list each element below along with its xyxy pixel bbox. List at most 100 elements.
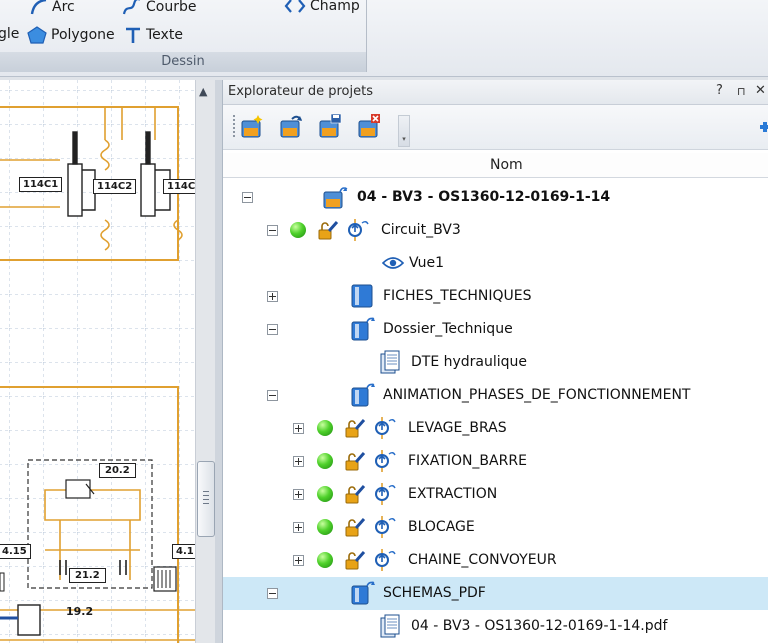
circuit-icon bbox=[375, 483, 396, 505]
tree-item-document[interactable]: DTE hydraulique bbox=[223, 346, 768, 379]
status-ok-icon bbox=[317, 552, 333, 568]
arc-label: Arc bbox=[52, 0, 75, 15]
rectangle-label: gle bbox=[0, 26, 20, 42]
expand-toggle[interactable] bbox=[293, 489, 304, 500]
new-project-icon[interactable] bbox=[239, 113, 265, 139]
document-icon bbox=[380, 350, 400, 374]
close-project-icon[interactable] bbox=[356, 113, 382, 139]
tree-item-circuit[interactable]: LEVAGE_BRAS bbox=[223, 412, 768, 445]
close-icon[interactable]: ✕ bbox=[755, 83, 766, 98]
scroll-up-arrow-icon[interactable]: ▲ bbox=[199, 85, 207, 98]
lock-edit-icon bbox=[318, 221, 339, 240]
collapse-toggle[interactable] bbox=[267, 324, 278, 335]
panel-splitter[interactable] bbox=[215, 80, 222, 643]
component-tag[interactable]: 114C2 bbox=[93, 179, 137, 194]
project-tree: 04 - BV3 - OS1360-12-0169-1-14 Circuit_B… bbox=[223, 181, 768, 643]
open-project-icon[interactable] bbox=[278, 113, 304, 139]
collapse-toggle[interactable] bbox=[267, 588, 278, 599]
polygon-label: Polygone bbox=[51, 27, 115, 43]
tree-item-label: 04 - BV3 - OS1360-12-0169-1-14.pdf bbox=[411, 618, 668, 634]
scroll-thumb[interactable] bbox=[197, 461, 215, 537]
column-name-label: Nom bbox=[490, 157, 523, 173]
status-ok-icon bbox=[290, 222, 306, 238]
tree-item-circuit[interactable]: BLOCAGE bbox=[223, 511, 768, 544]
ribbon: Arc Courbe Champ gle Polygone Texte Dess… bbox=[0, 0, 768, 77]
lock-edit-icon bbox=[345, 485, 366, 504]
tree-item-label: LEVAGE_BRAS bbox=[408, 420, 507, 436]
field-label: Champ bbox=[310, 0, 360, 14]
column-header[interactable]: Nom bbox=[223, 153, 768, 178]
explorer-toolbar: ▾ bbox=[223, 105, 768, 150]
circuit-icon bbox=[348, 219, 369, 241]
folder-doc-icon bbox=[351, 383, 375, 407]
component-tag[interactable]: 4.15 bbox=[0, 544, 31, 559]
status-ok-icon bbox=[317, 420, 333, 436]
expand-toggle[interactable] bbox=[267, 291, 278, 302]
polygon-button[interactable]: Polygone bbox=[27, 26, 115, 44]
dessin-group: Arc Courbe Champ gle Polygone Texte Dess… bbox=[0, 0, 367, 72]
circuit-icon bbox=[375, 516, 396, 538]
eye-icon bbox=[382, 257, 404, 269]
tree-item-label: BLOCAGE bbox=[408, 519, 475, 535]
canvas-scrollbar[interactable]: ▲ bbox=[195, 80, 216, 643]
arc-button[interactable]: Arc bbox=[30, 0, 75, 16]
pin-icon[interactable]: ⊓ bbox=[737, 85, 746, 98]
expand-toggle[interactable] bbox=[293, 423, 304, 434]
collapse-toggle[interactable] bbox=[267, 390, 278, 401]
toolbar-overflow-button[interactable]: ▾ bbox=[398, 115, 410, 147]
save-project-icon[interactable] bbox=[317, 113, 343, 139]
component-tag[interactable]: 19.2 bbox=[66, 605, 93, 618]
help-icon[interactable]: ? bbox=[716, 83, 723, 98]
tree-item-label: SCHEMAS_PDF bbox=[383, 585, 486, 601]
tree-item-circuit[interactable]: EXTRACTION bbox=[223, 478, 768, 511]
tree-item-project[interactable]: 04 - BV3 - OS1360-12-0169-1-14 bbox=[223, 181, 768, 214]
component-tag[interactable]: 21.2 bbox=[69, 568, 106, 583]
collapse-toggle[interactable] bbox=[242, 192, 253, 203]
text-icon bbox=[126, 27, 140, 43]
tree-item-label: Dossier_Technique bbox=[383, 321, 513, 337]
project-icon bbox=[323, 187, 348, 209]
tree-item-view[interactable]: Vue1 bbox=[223, 247, 768, 280]
explorer-titlebar: Explorateur de projets ? ⊓ ✕ bbox=[223, 80, 768, 105]
tree-item-circuit[interactable]: Circuit_BV3 bbox=[223, 214, 768, 247]
tree-item-circuit[interactable]: CHAINE_CONVOYEUR bbox=[223, 544, 768, 577]
tree-item-label: ANIMATION_PHASES_DE_FONCTIONNEMENT bbox=[383, 387, 691, 403]
status-ok-icon bbox=[317, 453, 333, 469]
curve-icon bbox=[122, 0, 140, 15]
tree-item-folder[interactable]: ANIMATION_PHASES_DE_FONCTIONNEMENT bbox=[223, 379, 768, 412]
expand-toggle[interactable] bbox=[293, 456, 304, 467]
circuit-icon bbox=[375, 417, 396, 439]
add-icon[interactable] bbox=[756, 119, 768, 135]
component-tag[interactable]: 20.2 bbox=[99, 463, 136, 478]
group-caption: Dessin bbox=[0, 52, 366, 72]
field-button[interactable]: Champ bbox=[284, 0, 360, 14]
tree-item-label: FICHES_TECHNIQUES bbox=[383, 288, 532, 304]
lock-edit-icon bbox=[345, 551, 366, 570]
text-label: Texte bbox=[146, 27, 183, 43]
folder-doc-icon bbox=[351, 284, 373, 308]
tree-item-label: Circuit_BV3 bbox=[381, 222, 461, 238]
tree-item-folder[interactable]: Dossier_Technique bbox=[223, 313, 768, 346]
folder-doc-icon bbox=[351, 317, 375, 341]
collapse-toggle[interactable] bbox=[267, 225, 278, 236]
tree-item-circuit[interactable]: FIXATION_BARRE bbox=[223, 445, 768, 478]
rectangle-button[interactable]: gle bbox=[0, 26, 19, 42]
tree-item-document[interactable]: 04 - BV3 - OS1360-12-0169-1-14.pdf bbox=[223, 610, 768, 643]
circuit-icon bbox=[375, 549, 396, 571]
lock-edit-icon bbox=[345, 419, 366, 438]
tree-item-folder-selected[interactable]: SCHEMAS_PDF bbox=[223, 577, 768, 610]
text-button[interactable]: Texte bbox=[124, 26, 183, 44]
polygon-icon bbox=[27, 26, 47, 44]
schematic-canvas[interactable]: 114C1 114C2 114C 20.2 21.2 19.2 4.15 4.1 bbox=[0, 80, 196, 643]
component-tag[interactable]: 4.1 bbox=[172, 544, 195, 559]
folder-doc-icon bbox=[351, 581, 375, 605]
curve-button[interactable]: Courbe bbox=[122, 0, 196, 16]
component-tag[interactable]: 114C bbox=[163, 179, 195, 194]
tree-item-folder[interactable]: FICHES_TECHNIQUES bbox=[223, 280, 768, 313]
tree-item-label: 04 - BV3 - OS1360-12-0169-1-14 bbox=[357, 189, 611, 205]
expand-toggle[interactable] bbox=[293, 522, 304, 533]
expand-toggle[interactable] bbox=[293, 555, 304, 566]
tree-item-label: EXTRACTION bbox=[408, 486, 498, 502]
arc-icon bbox=[30, 0, 47, 15]
component-tag[interactable]: 114C1 bbox=[19, 177, 63, 192]
